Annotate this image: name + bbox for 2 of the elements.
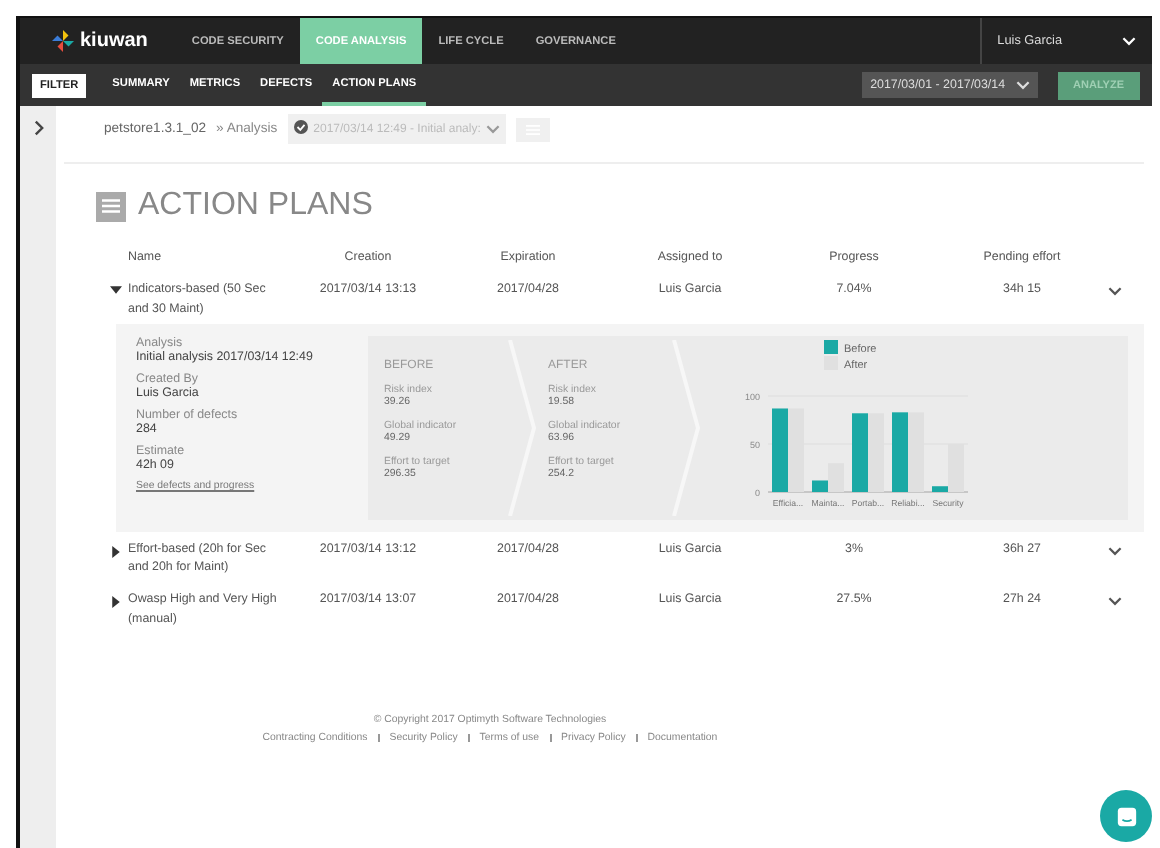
logo-text: kiuwan xyxy=(80,30,148,52)
page-title: ACTION PLANS xyxy=(138,188,373,224)
